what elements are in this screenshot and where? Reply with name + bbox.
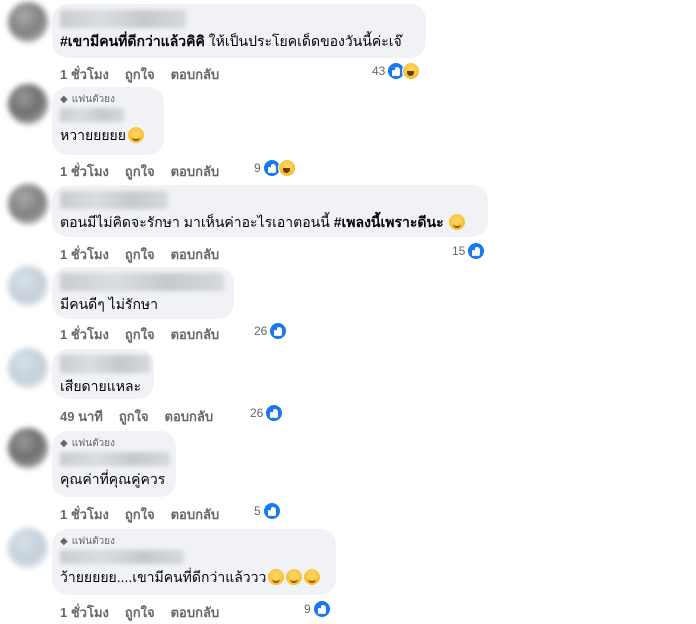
reply-button[interactable]: ตอบกลับ (171, 244, 220, 265)
comment-text: มีคนดีๆ ไม่รักษา (60, 296, 159, 312)
comment-text: #เขามีคนที่ดีกว่าแล้วคิคิ ให้เป็นประโยคเ… (60, 33, 402, 49)
comment-timestamp[interactable]: 1 ชั่วโมง (60, 64, 109, 85)
reply-button[interactable]: ตอบกลับ (165, 406, 214, 427)
diamond-icon: ◆ (60, 437, 68, 449)
reaction-summary[interactable]: 26 (250, 404, 284, 422)
commenter-name[interactable] (60, 452, 170, 466)
comment-timestamp[interactable]: 1 ชั่วโมง (60, 244, 109, 265)
top-fan-badge: ◆ แฟนตัวยง (60, 436, 166, 450)
commenter-name[interactable] (60, 10, 186, 28)
emoji-icon (127, 127, 144, 143)
commenter-name[interactable] (60, 273, 224, 291)
comment-timestamp[interactable]: 1 ชั่วโมง (60, 324, 109, 345)
diamond-icon: ◆ (60, 93, 68, 105)
reaction-summary[interactable]: 9 (254, 159, 296, 177)
like-reaction-icon (265, 404, 284, 422)
avatar[interactable] (8, 348, 48, 388)
comment-bubble: ตอนมีไม่คิดจะรักษา มาเห็นค่าอะไรเอาตอนนี… (52, 185, 488, 237)
reaction-summary[interactable]: 9 (304, 600, 331, 618)
comment-actions: 1 ชั่วโมง ถูกใจ ตอบกลับ (60, 602, 219, 623)
like-button[interactable]: ถูกใจ (125, 602, 155, 623)
reply-button[interactable]: ตอบกลับ (171, 161, 220, 182)
reply-button[interactable]: ตอบกลับ (171, 602, 220, 623)
top-fan-label: แฟนตัวยง (71, 93, 115, 105)
emoji-icon (304, 569, 321, 585)
avatar[interactable] (8, 184, 48, 224)
comment-bubble: เสียดายแหละ (52, 349, 154, 399)
avatar[interactable] (8, 428, 48, 468)
reply-button[interactable]: ตอบกลับ (171, 64, 220, 85)
like-reaction-icon (262, 502, 281, 520)
haha-reaction-icon (277, 159, 296, 177)
like-button[interactable]: ถูกใจ (125, 324, 155, 345)
comment-actions: 1 ชั่วโมง ถูกใจ ตอบกลับ (60, 64, 219, 85)
comment-bubble: ◆ แฟนตัวยง คุณค่าที่คุณคู่ควร (52, 431, 176, 497)
commenter-name[interactable] (60, 355, 150, 373)
avatar[interactable] (8, 528, 48, 568)
reaction-summary[interactable]: 5 (254, 502, 281, 520)
comment-actions: 1 ชั่วโมง ถูกใจ ตอบกลับ (60, 161, 219, 182)
commenter-name[interactable] (60, 108, 124, 122)
reaction-count: 26 (250, 406, 264, 420)
top-fan-badge: ◆ แฟนตัวยง (60, 92, 154, 106)
comment-text: ว้ายยยยย....เขามีคนที่ดีกว่าแล้ววว (60, 568, 326, 587)
comment-text: คุณค่าที่คุณคู่ควร (60, 471, 166, 487)
reaction-count: 9 (254, 161, 261, 175)
comment-actions: 1 ชั่วโมง ถูกใจ ตอบกลับ (60, 324, 219, 345)
like-button[interactable]: ถูกใจ (125, 161, 155, 182)
top-fan-label: แฟนตัวยง (71, 535, 115, 547)
like-reaction-icon (269, 322, 288, 340)
comment-bubble: #เขามีคนที่ดีกว่าแล้วคิคิ ให้เป็นประโยคเ… (52, 4, 426, 58)
reaction-count: 15 (452, 244, 466, 258)
like-button[interactable]: ถูกใจ (125, 504, 155, 525)
comment-timestamp[interactable]: 1 ชั่วโมง (60, 504, 109, 525)
top-fan-badge: ◆ แฟนตัวยง (60, 534, 326, 548)
like-reaction-icon (312, 600, 331, 618)
reaction-count: 43 (372, 64, 386, 78)
haha-reaction-icon (402, 62, 421, 80)
comment-actions: 49 นาที ถูกใจ ตอบกลับ (60, 406, 213, 427)
comment-actions: 1 ชั่วโมง ถูกใจ ตอบกลับ (60, 504, 219, 525)
top-fan-label: แฟนตัวยง (71, 437, 115, 449)
reaction-count: 26 (254, 324, 268, 338)
avatar[interactable] (8, 2, 48, 42)
reaction-summary[interactable]: 26 (254, 322, 288, 340)
comment-actions: 1 ชั่วโมง ถูกใจ ตอบกลับ (60, 244, 219, 265)
emoji-icon (286, 569, 303, 585)
like-button[interactable]: ถูกใจ (125, 244, 155, 265)
commenter-name[interactable] (60, 191, 168, 209)
emoji-icon (449, 214, 466, 230)
comment-text: ตอนมีไม่คิดจะรักษา มาเห็นค่าอะไรเอาตอนนี… (60, 213, 478, 232)
comment-bubble: ◆ แฟนตัวยง หวายยยยย (52, 87, 164, 155)
comment-bubble: มีคนดีๆ ไม่รักษา (52, 267, 234, 319)
emoji-icon (268, 569, 285, 585)
reaction-summary[interactable]: 15 (452, 242, 486, 260)
reaction-count: 5 (254, 504, 261, 518)
reply-button[interactable]: ตอบกลับ (171, 504, 220, 525)
reply-button[interactable]: ตอบกลับ (171, 324, 220, 345)
commenter-name[interactable] (60, 550, 184, 564)
comment-timestamp[interactable]: 1 ชั่วโมง (60, 161, 109, 182)
reaction-summary[interactable]: 43 (372, 62, 421, 80)
comment-bubble: ◆ แฟนตัวยง ว้ายยยยย....เขามีคนที่ดีกว่าแ… (52, 529, 336, 595)
avatar[interactable] (8, 84, 48, 124)
like-button[interactable]: ถูกใจ (125, 64, 155, 85)
like-button[interactable]: ถูกใจ (119, 406, 149, 427)
diamond-icon: ◆ (60, 535, 68, 547)
avatar[interactable] (8, 266, 48, 306)
comment-timestamp[interactable]: 1 ชั่วโมง (60, 602, 109, 623)
reaction-count: 9 (304, 602, 311, 616)
comment-text: เสียดายแหละ (60, 378, 142, 394)
comment-timestamp[interactable]: 49 นาที (60, 406, 103, 427)
comment-text: หวายยยยย (60, 126, 154, 145)
like-reaction-icon (467, 242, 486, 260)
